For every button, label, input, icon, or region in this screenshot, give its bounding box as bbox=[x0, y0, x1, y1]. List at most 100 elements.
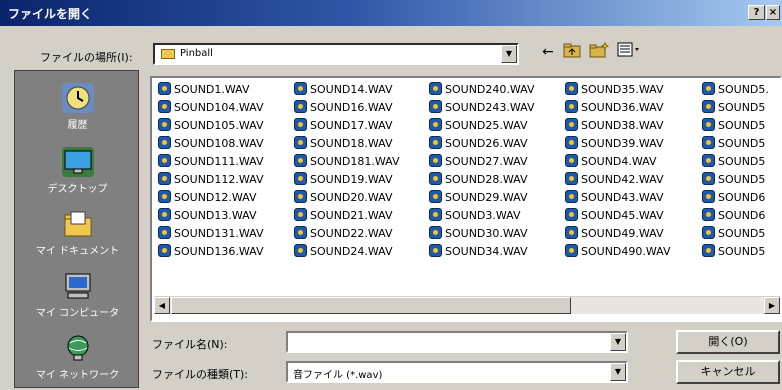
list-item[interactable]: SOUND27.WAV bbox=[429, 153, 535, 171]
wav-file-icon bbox=[565, 172, 578, 185]
scroll-left-icon[interactable]: ◀ bbox=[154, 297, 170, 314]
place-label: 履歴 bbox=[67, 120, 88, 131]
list-item[interactable]: SOUND16.WAV bbox=[294, 99, 400, 117]
list-item[interactable]: SOUND17.WAV bbox=[294, 117, 400, 135]
list-item[interactable]: SOUND3.WAV bbox=[429, 207, 535, 225]
list-item[interactable]: SOUND5 bbox=[702, 225, 769, 243]
list-item[interactable]: SOUND35.WAV bbox=[565, 81, 671, 99]
chevron-down-icon[interactable]: ▼ bbox=[610, 333, 626, 351]
view-menu-icon[interactable] bbox=[616, 42, 642, 62]
chevron-down-icon[interactable]: ▼ bbox=[610, 363, 626, 381]
list-item[interactable]: SOUND13.WAV bbox=[158, 207, 264, 225]
list-item[interactable]: SOUND5 bbox=[702, 135, 769, 153]
file-list[interactable]: SOUND1.WAV SOUND104.WAV SOUND105.WAV SOU… bbox=[150, 76, 782, 322]
place-history[interactable]: 履歴 bbox=[15, 77, 140, 137]
title-bar: ファイルを開く ? × bbox=[0, 0, 782, 26]
list-item[interactable]: SOUND6 bbox=[702, 189, 769, 207]
list-item[interactable]: SOUND490.WAV bbox=[565, 243, 671, 261]
list-item[interactable]: SOUND21.WAV bbox=[294, 207, 400, 225]
lookin-combo[interactable]: Pinball ▼ bbox=[153, 43, 519, 65]
list-item[interactable]: SOUND4.WAV bbox=[565, 153, 671, 171]
wav-file-icon bbox=[702, 226, 715, 239]
cancel-button[interactable]: キャンセル bbox=[676, 360, 780, 384]
list-item[interactable]: SOUND42.WAV bbox=[565, 171, 671, 189]
my-computer-icon bbox=[61, 271, 94, 301]
list-item[interactable]: SOUND1.WAV bbox=[158, 81, 264, 99]
filetype-select[interactable]: 音ファイル (*.wav) ▼ bbox=[286, 361, 628, 383]
list-item[interactable]: SOUND28.WAV bbox=[429, 171, 535, 189]
wav-file-icon bbox=[158, 154, 171, 167]
list-item[interactable]: SOUND12.WAV bbox=[158, 189, 264, 207]
list-item[interactable]: SOUND131.WAV bbox=[158, 225, 264, 243]
list-item[interactable]: SOUND5 bbox=[702, 243, 769, 261]
list-item[interactable]: SOUND5 bbox=[702, 153, 769, 171]
wav-file-icon bbox=[565, 100, 578, 113]
list-item[interactable]: SOUND45.WAV bbox=[565, 207, 671, 225]
list-item[interactable]: SOUND29.WAV bbox=[429, 189, 535, 207]
list-item[interactable]: SOUND111.WAV bbox=[158, 153, 264, 171]
list-item[interactable]: SOUND108.WAV bbox=[158, 135, 264, 153]
file-column: SOUND240.WAV SOUND243.WAV SOUND25.WAV SO… bbox=[429, 81, 535, 261]
list-item[interactable]: SOUND5. bbox=[702, 81, 769, 99]
help-button[interactable]: ? bbox=[748, 5, 765, 20]
scroll-thumb[interactable] bbox=[171, 297, 571, 314]
list-item[interactable]: SOUND22.WAV bbox=[294, 225, 400, 243]
history-icon bbox=[61, 83, 94, 113]
place-network[interactable]: マイ ネットワーク bbox=[15, 327, 140, 387]
file-column: SOUND35.WAV SOUND36.WAV SOUND38.WAV SOUN… bbox=[565, 81, 671, 261]
new-folder-icon[interactable] bbox=[588, 41, 610, 62]
place-desktop[interactable]: デスクトップ bbox=[15, 141, 140, 201]
list-item[interactable]: SOUND43.WAV bbox=[565, 189, 671, 207]
wav-file-icon bbox=[294, 190, 307, 203]
wav-file-icon bbox=[294, 100, 307, 113]
list-item[interactable]: SOUND36.WAV bbox=[565, 99, 671, 117]
list-item[interactable]: SOUND5 bbox=[702, 117, 769, 135]
list-item[interactable]: SOUND19.WAV bbox=[294, 171, 400, 189]
wav-file-icon bbox=[565, 154, 578, 167]
list-item[interactable]: SOUND5 bbox=[702, 171, 769, 189]
wav-file-icon bbox=[294, 172, 307, 185]
list-item[interactable]: SOUND136.WAV bbox=[158, 243, 264, 261]
place-my-documents[interactable]: マイ ドキュメント bbox=[15, 203, 140, 263]
list-item[interactable]: SOUND5 bbox=[702, 99, 769, 117]
wav-file-icon bbox=[702, 172, 715, 185]
wav-file-icon bbox=[702, 190, 715, 203]
list-item[interactable]: SOUND14.WAV bbox=[294, 81, 400, 99]
list-item[interactable]: SOUND240.WAV bbox=[429, 81, 535, 99]
scroll-right-icon[interactable]: ▶ bbox=[764, 297, 780, 314]
list-item[interactable]: SOUND39.WAV bbox=[565, 135, 671, 153]
filename-input[interactable]: ▼ bbox=[286, 331, 628, 353]
list-item[interactable]: SOUND30.WAV bbox=[429, 225, 535, 243]
list-item[interactable]: SOUND20.WAV bbox=[294, 189, 400, 207]
list-item[interactable]: SOUND243.WAV bbox=[429, 99, 535, 117]
chevron-down-icon[interactable]: ▼ bbox=[501, 45, 517, 63]
list-item[interactable]: SOUND18.WAV bbox=[294, 135, 400, 153]
wav-file-icon bbox=[565, 136, 578, 149]
up-folder-icon[interactable] bbox=[562, 42, 582, 62]
list-item[interactable]: SOUND24.WAV bbox=[294, 243, 400, 261]
wav-file-icon bbox=[429, 208, 442, 221]
places-bar: 履歴 デスクトップ マイ ドキュメント マイ コンピュータ マイ ネットワーク bbox=[14, 70, 139, 388]
list-item[interactable]: SOUND105.WAV bbox=[158, 117, 264, 135]
open-button[interactable]: 開く(O) bbox=[676, 330, 780, 354]
wav-file-icon bbox=[294, 154, 307, 167]
list-item[interactable]: SOUND26.WAV bbox=[429, 135, 535, 153]
list-item[interactable]: SOUND38.WAV bbox=[565, 117, 671, 135]
close-button[interactable]: × bbox=[766, 5, 780, 20]
list-item[interactable]: SOUND181.WAV bbox=[294, 153, 400, 171]
list-item[interactable]: SOUND34.WAV bbox=[429, 243, 535, 261]
list-item[interactable]: SOUND25.WAV bbox=[429, 117, 535, 135]
wav-file-icon bbox=[158, 190, 171, 203]
list-item[interactable]: SOUND104.WAV bbox=[158, 99, 264, 117]
wav-file-icon bbox=[429, 154, 442, 167]
list-item[interactable]: SOUND49.WAV bbox=[565, 225, 671, 243]
wav-file-icon bbox=[565, 226, 578, 239]
place-my-computer[interactable]: マイ コンピュータ bbox=[15, 265, 140, 325]
wav-file-icon bbox=[158, 100, 171, 113]
wav-file-icon bbox=[702, 82, 715, 95]
horizontal-scrollbar[interactable]: ◀ ▶ bbox=[154, 296, 780, 314]
list-item[interactable]: SOUND6 bbox=[702, 207, 769, 225]
wav-file-icon bbox=[158, 244, 171, 257]
back-arrow-icon[interactable]: ← bbox=[540, 42, 556, 62]
list-item[interactable]: SOUND112.WAV bbox=[158, 171, 264, 189]
